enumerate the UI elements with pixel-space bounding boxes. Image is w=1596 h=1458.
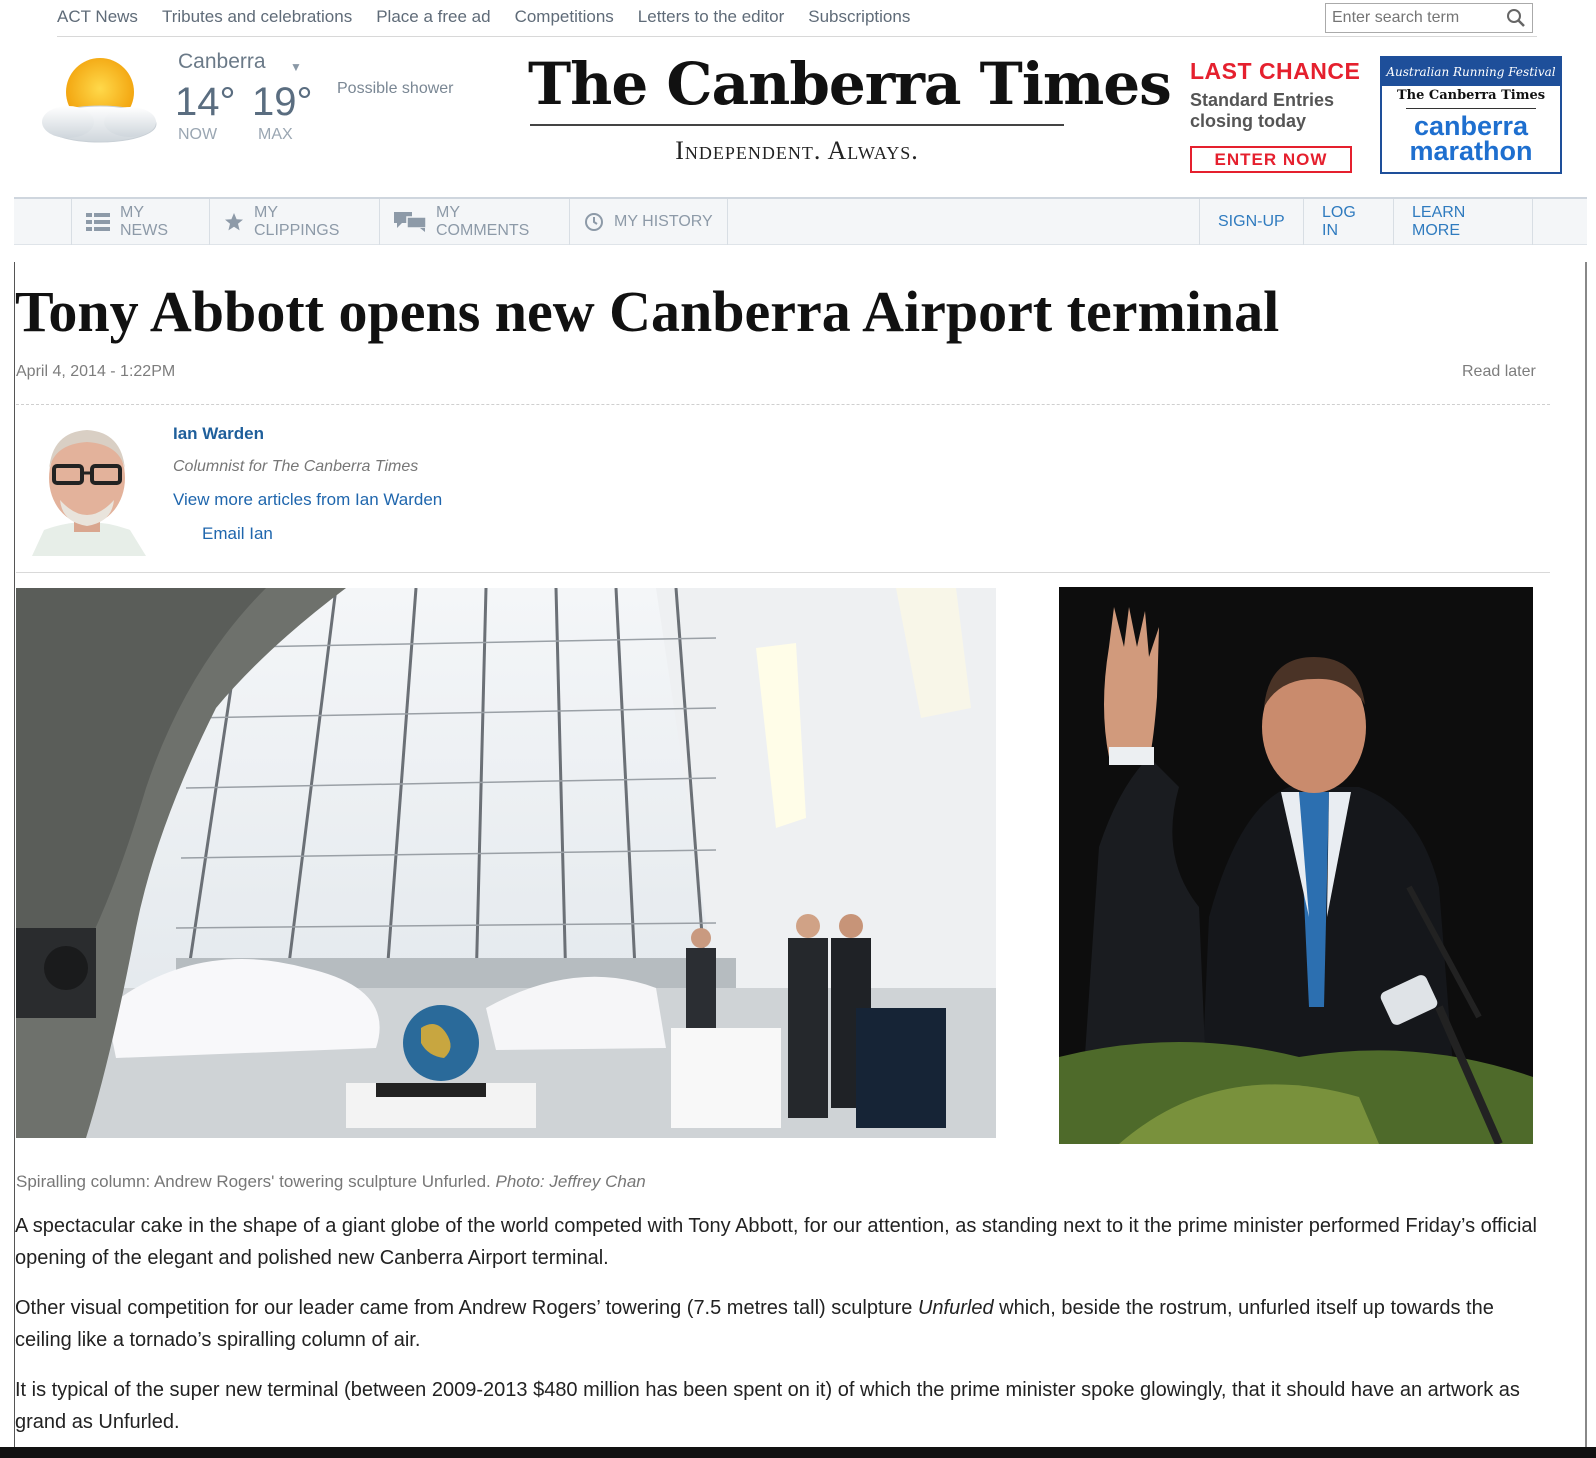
nav-link-free-ad[interactable]: Place a free ad — [376, 7, 490, 27]
search-box — [1325, 3, 1533, 33]
article-dateline: April 4, 2014 - 1:22PM — [16, 363, 176, 380]
sign-up-button[interactable]: SIGN-UP — [1199, 199, 1303, 245]
my-news-label: MY NEWS — [120, 204, 168, 239]
article-body: A spectacular cake in the shape of a gia… — [15, 1210, 1545, 1456]
partly-cloudy-icon — [42, 58, 157, 143]
chevron-down-icon[interactable]: ▼ — [290, 60, 302, 74]
nav-link-subscriptions[interactable]: Subscriptions — [808, 7, 910, 27]
author-name-link[interactable]: Ian Warden — [173, 424, 264, 444]
divider — [1406, 108, 1536, 109]
search-input[interactable] — [1326, 4, 1496, 32]
section-links: ACT News Tributes and celebrations Place… — [57, 7, 910, 27]
article-paragraph: A spectacular cake in the shape of a gia… — [15, 1215, 1537, 1269]
comments-icon — [394, 212, 426, 232]
photo-credit: Photo: Jeffrey Chan — [495, 1172, 646, 1191]
weather-forecast: Possible shower — [337, 80, 454, 97]
temperature-now-label: NOW — [178, 126, 218, 143]
content-border — [1585, 262, 1587, 1447]
temperature-max: 19° — [252, 80, 313, 124]
marathon-ad-badge[interactable]: Australian Running Festival The Canberra… — [1380, 56, 1562, 174]
my-comments-button[interactable]: MY COMMENTS — [380, 199, 570, 245]
clock-icon — [585, 213, 603, 231]
author-avatar — [22, 418, 152, 556]
ad-headline[interactable]: LAST CHANCE — [1190, 58, 1360, 85]
enter-now-button[interactable]: ENTER NOW — [1190, 146, 1352, 173]
member-toolbar: MY NEWS MY CLIPPINGS MY COMMENTS MY HIST… — [14, 197, 1587, 245]
ad-text[interactable]: Standard Entries closing today — [1190, 90, 1360, 132]
divider — [57, 36, 1537, 37]
article-photo-prime-minister[interactable] — [1059, 587, 1533, 1144]
marathon-paper-logo: The Canberra Times — [1396, 88, 1546, 103]
read-later-link[interactable]: Read later — [1462, 363, 1536, 381]
marathon-festival-label: Australian Running Festival — [1382, 58, 1560, 86]
logo-divider — [530, 124, 1064, 126]
article-paragraph: Other visual competition for our leader … — [15, 1292, 1545, 1356]
divider — [16, 572, 1550, 573]
nav-link-letters[interactable]: Letters to the editor — [638, 7, 784, 27]
article-photo-terminal[interactable] — [16, 588, 996, 1138]
article-headline: Tony Abbott opens new Canberra Airport t… — [15, 279, 1280, 344]
artwork-title: Unfurled — [917, 1297, 994, 1319]
temperature-max-label: MAX — [258, 126, 293, 143]
site-tagline: Independent. Always. — [675, 136, 919, 165]
author-email-link[interactable]: Email Ian — [202, 524, 273, 544]
log-in-button[interactable]: LOG IN — [1303, 199, 1393, 245]
site-logo[interactable]: The Canberra Times — [528, 50, 1172, 118]
article-paragraph: It is typical of the super new terminal … — [15, 1379, 1520, 1433]
paragraph-text: Other visual competition for our leader … — [15, 1297, 918, 1319]
nav-link-act-news[interactable]: ACT News — [57, 7, 138, 27]
marathon-name-line-2: marathon — [1409, 136, 1533, 166]
divider — [16, 404, 1550, 405]
bottom-border — [0, 1447, 1596, 1458]
my-news-button[interactable]: MY NEWS — [72, 199, 210, 245]
my-history-label: MY HISTORY — [614, 213, 713, 230]
search-icon[interactable] — [1506, 8, 1526, 28]
learn-more-button[interactable]: LEARN MORE — [1393, 199, 1533, 245]
nav-link-competitions[interactable]: Competitions — [515, 7, 614, 27]
marathon-name: canberra marathon — [1382, 113, 1560, 166]
photo-caption: Spiralling column: Andrew Rogers' toweri… — [16, 1172, 646, 1192]
author-more-articles-link[interactable]: View more articles from Ian Warden — [173, 490, 442, 510]
my-comments-label: MY COMMENTS — [436, 204, 530, 239]
star-icon — [225, 213, 243, 231]
top-navigation: ACT News Tributes and celebrations Place… — [0, 0, 1596, 36]
temperature-now: 14° — [175, 80, 236, 124]
author-role: Columnist for The Canberra Times — [173, 458, 419, 475]
list-icon — [86, 213, 110, 231]
nav-link-tributes[interactable]: Tributes and celebrations — [162, 7, 352, 27]
my-history-button[interactable]: MY HISTORY — [570, 199, 728, 245]
weather-city[interactable]: Canberra — [178, 50, 266, 74]
my-clippings-label: MY CLIPPINGS — [254, 204, 340, 239]
photo-caption-text: Spiralling column: Andrew Rogers' toweri… — [16, 1172, 491, 1191]
my-clippings-button[interactable]: MY CLIPPINGS — [210, 199, 380, 245]
